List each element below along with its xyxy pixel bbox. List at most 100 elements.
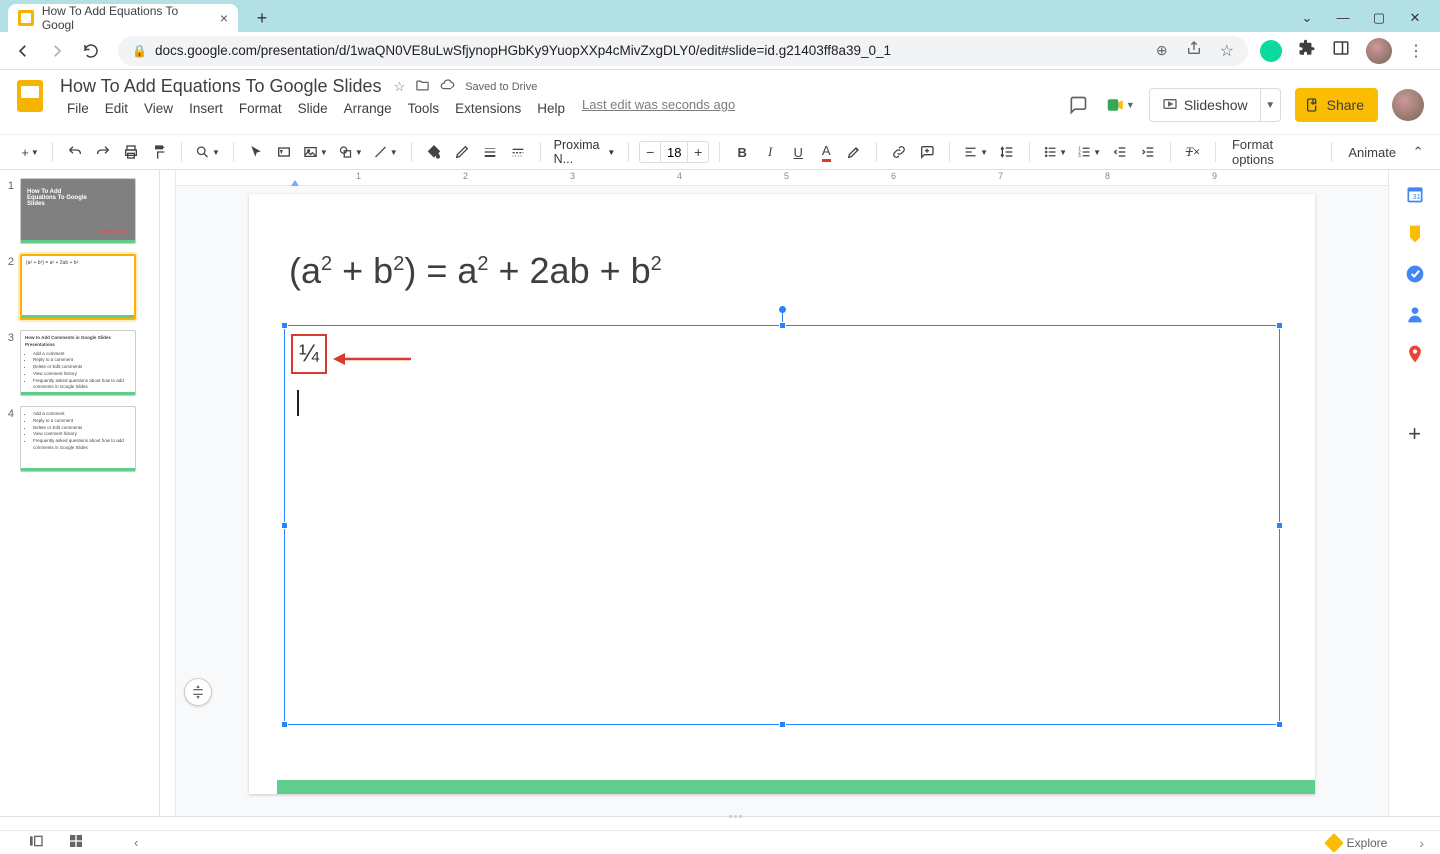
line-tool[interactable]: ▼ — [370, 139, 401, 165]
slide-thumb-3[interactable]: 3 How to Add Comments in Google Slides P… — [4, 330, 155, 396]
contacts-icon[interactable] — [1405, 304, 1425, 324]
slide-canvas[interactable]: (a2 + b2) = a2 + 2ab + b2 ¼ — [249, 194, 1315, 794]
new-tab-button[interactable]: + — [248, 4, 276, 32]
grid-view-icon[interactable] — [68, 833, 84, 852]
slide-thumb-2[interactable]: 2 (a² + b²) = a² + 2ab + b² — [4, 254, 155, 320]
animate-button[interactable]: Animate — [1342, 145, 1402, 160]
decrease-indent-button[interactable] — [1108, 139, 1132, 165]
menu-arrange[interactable]: Arrange — [337, 97, 399, 120]
slideshow-button[interactable]: Slideshow — [1149, 88, 1261, 122]
slideshow-dropdown[interactable]: ▼ — [1261, 88, 1281, 122]
menu-file[interactable]: File — [60, 97, 96, 120]
bullet-list-button[interactable]: ▼ — [1040, 139, 1070, 165]
fill-color-button[interactable] — [422, 139, 446, 165]
underline-button[interactable]: U — [786, 139, 810, 165]
border-dash-button[interactable] — [506, 139, 530, 165]
calendar-icon[interactable]: 31 — [1405, 184, 1425, 204]
print-button[interactable] — [119, 139, 143, 165]
minimize-icon[interactable]: — — [1336, 10, 1350, 26]
font-size-increase[interactable]: + — [688, 142, 708, 162]
chevron-down-icon[interactable]: ⌄ — [1300, 10, 1314, 26]
align-button[interactable]: ▼ — [960, 139, 991, 165]
new-slide-button[interactable]: +▼ — [18, 139, 42, 165]
italic-button[interactable]: I — [758, 139, 782, 165]
reload-button[interactable] — [82, 42, 100, 60]
chrome-menu-icon[interactable]: ⋮ — [1408, 41, 1424, 61]
highlight-button[interactable] — [842, 139, 866, 165]
address-input[interactable]: 🔒 docs.google.com/presentation/d/1waQN0V… — [118, 36, 1248, 66]
menu-help[interactable]: Help — [530, 97, 572, 120]
resize-handle-e[interactable] — [1276, 522, 1283, 529]
menu-insert[interactable]: Insert — [182, 97, 230, 120]
menu-edit[interactable]: Edit — [98, 97, 135, 120]
share-button[interactable]: Share — [1295, 88, 1378, 122]
text-color-button[interactable]: A — [814, 139, 838, 165]
menu-slide[interactable]: Slide — [291, 97, 335, 120]
menu-extensions[interactable]: Extensions — [448, 97, 528, 120]
textbox-tool[interactable] — [272, 139, 296, 165]
border-color-button[interactable] — [450, 139, 474, 165]
bold-button[interactable]: B — [730, 139, 754, 165]
bookmark-star-icon[interactable]: ☆ — [1220, 41, 1234, 61]
increase-indent-button[interactable] — [1136, 139, 1160, 165]
image-tool[interactable]: ▼ — [300, 139, 331, 165]
select-tool[interactable] — [244, 139, 268, 165]
forward-button[interactable] — [48, 42, 66, 60]
share-url-icon[interactable] — [1186, 40, 1202, 61]
shape-tool[interactable]: ▼ — [335, 139, 366, 165]
close-tab-icon[interactable]: × — [220, 10, 228, 26]
format-options-button[interactable]: Format options — [1226, 137, 1321, 167]
selected-textbox[interactable]: ¼ — [284, 325, 1280, 725]
zoom-icon[interactable]: ⊕ — [1156, 42, 1168, 59]
font-family-select[interactable]: Proxima N...▼ — [551, 139, 619, 165]
resize-handle-s[interactable] — [779, 721, 786, 728]
keep-icon[interactable] — [1405, 224, 1425, 244]
font-size-decrease[interactable]: − — [640, 142, 660, 162]
collapse-panel-icon[interactable]: ‹ — [134, 835, 138, 850]
redo-button[interactable] — [91, 139, 115, 165]
maximize-icon[interactable]: ▢ — [1372, 10, 1386, 26]
menu-tools[interactable]: Tools — [401, 97, 447, 120]
rotation-handle[interactable] — [779, 306, 786, 313]
hide-side-panel-icon[interactable]: › — [1403, 835, 1440, 851]
slide-thumb-4[interactable]: 4 Add a commentReply to a commentDelete … — [4, 406, 155, 472]
resize-handle-sw[interactable] — [281, 721, 288, 728]
notes-drag-handle[interactable] — [720, 815, 750, 819]
back-button[interactable] — [14, 42, 32, 60]
font-size-input[interactable] — [660, 142, 688, 162]
menu-view[interactable]: View — [137, 97, 180, 120]
browser-tab[interactable]: How To Add Equations To Googl × — [8, 4, 238, 32]
meet-icon[interactable]: ▼ — [1107, 93, 1135, 117]
filmstrip-view-icon[interactable] — [28, 833, 44, 852]
comment-history-icon[interactable] — [1063, 90, 1093, 120]
undo-button[interactable] — [63, 139, 87, 165]
slides-logo-icon[interactable] — [10, 76, 50, 116]
account-avatar[interactable] — [1392, 89, 1424, 121]
menu-format[interactable]: Format — [232, 97, 289, 120]
equation-text[interactable]: (a2 + b2) = a2 + 2ab + b2 — [289, 250, 662, 292]
extensions-puzzle-icon[interactable] — [1298, 39, 1316, 62]
explore-button[interactable]: Explore — [1319, 836, 1396, 850]
last-edit-link[interactable]: Last edit was seconds ago — [582, 97, 735, 120]
slide-thumb-1[interactable]: 1 How To Add Equations To Google Slidess… — [4, 178, 155, 244]
clear-formatting-button[interactable]: T✕ — [1181, 139, 1205, 165]
resize-handle-nw[interactable] — [281, 322, 288, 329]
star-icon[interactable]: ☆ — [394, 79, 406, 95]
doc-title[interactable]: How To Add Equations To Google Slides — [60, 76, 382, 97]
tasks-icon[interactable] — [1405, 264, 1425, 284]
cloud-saved-icon[interactable] — [440, 78, 455, 96]
border-weight-button[interactable] — [478, 139, 502, 165]
collapse-toolbar-icon[interactable]: ⌃ — [1406, 139, 1430, 165]
extension-1-icon[interactable] — [1260, 40, 1282, 62]
numbered-list-button[interactable]: 123▼ — [1074, 139, 1104, 165]
maps-icon[interactable] — [1405, 344, 1425, 364]
insert-link-button[interactable] — [887, 139, 911, 165]
close-window-icon[interactable]: ✕ — [1408, 10, 1422, 26]
zoom-button[interactable]: ▼ — [192, 139, 223, 165]
line-spacing-button[interactable] — [995, 139, 1019, 165]
resize-handle-ne[interactable] — [1276, 322, 1283, 329]
move-folder-icon[interactable] — [415, 78, 430, 96]
add-addon-icon[interactable]: + — [1405, 424, 1425, 444]
fit-button[interactable] — [184, 678, 212, 706]
resize-handle-se[interactable] — [1276, 721, 1283, 728]
